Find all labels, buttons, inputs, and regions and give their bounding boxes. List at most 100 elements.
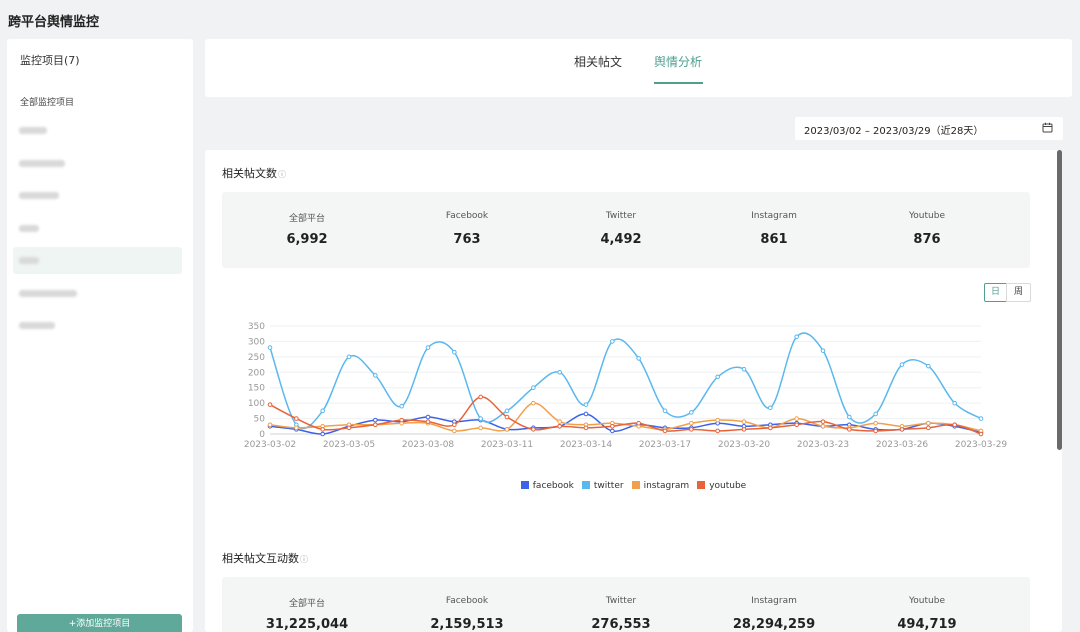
posts-line-chart: 0 50 100 150 200 250 300 350 2023-03-02 2023-03-0… [244,322,1008,450]
interaction-section-title: 相关帖文互动数ⓘ [222,552,308,565]
y-tick-label: 50 [254,415,266,425]
blurred-project-name [19,127,47,134]
data-point-twitter [583,402,589,407]
data-point-youtube [425,419,431,424]
data-point-facebook [583,411,589,417]
sidebar-item[interactable] [13,150,182,177]
data-point-youtube [820,419,826,424]
y-tick-label: 200 [248,368,265,378]
toggle-week[interactable]: 周 [1006,283,1031,302]
legend-label: youtube [709,481,747,491]
y-tick-label: 150 [248,384,265,394]
data-point-youtube [320,427,325,432]
y-tick-label: 300 [248,337,265,347]
sidebar-item[interactable] [13,182,182,209]
x-tick-label: 2023-03-20 [718,440,771,450]
data-point-twitter [794,334,799,340]
data-point-instagram [820,423,826,429]
app-title: 跨平台舆情监控 [8,15,100,30]
data-point-instagram [452,428,457,434]
blurred-project-name [19,322,55,329]
legend-item-instagram[interactable]: instagram [631,481,690,491]
x-tick-label: 2023-03-05 [323,440,375,450]
sidebar-item[interactable] [13,280,182,307]
data-point-twitter [399,403,404,409]
y-tick-label: 250 [248,353,265,363]
data-point-youtube [794,422,799,428]
data-point-twitter [952,400,957,406]
data-point-twitter [531,385,536,391]
legend-item-twitter[interactable]: twitter [581,481,624,491]
data-point-youtube [557,423,562,429]
data-point-facebook [320,431,325,437]
blurred-project-name [19,192,59,199]
tab-related-posts[interactable]: 相关帖文 [574,53,622,70]
data-point-youtube [715,428,720,434]
legend-item-facebook[interactable]: facebook [520,481,574,491]
blurred-project-name [19,257,39,264]
data-point-instagram [267,422,273,428]
legend-label: facebook [532,481,574,491]
toggle-day[interactable]: 日 [984,283,1007,302]
data-point-youtube [689,427,694,432]
blurred-project-name [19,224,39,232]
data-point-instagram [478,425,483,431]
active-tab-indicator [654,82,703,84]
data-point-twitter [662,408,668,414]
posts-stats-card: 全部平台 6,992 Facebook 763 Twitter 4,492 Insta… [222,192,1030,268]
x-tick-label: 2023-03-23 [797,440,849,450]
data-point-youtube [504,414,510,420]
data-point-youtube [294,416,299,421]
data-point-twitter [899,362,905,367]
data-point-youtube [873,428,878,434]
data-point-youtube [978,431,984,437]
data-point-youtube [346,425,352,431]
data-point-youtube [899,427,905,432]
info-icon[interactable]: ⓘ [278,170,286,179]
data-point-youtube [373,422,378,428]
y-tick-label: 350 [248,322,265,332]
data-point-twitter [267,345,273,350]
legend-item-youtube[interactable]: youtube [697,481,746,491]
x-tick-label: 2023-03-17 [639,440,691,450]
data-point-twitter [346,354,352,360]
data-point-twitter [610,339,615,344]
x-tick-label: 2023-03-26 [876,440,929,450]
data-point-youtube [531,427,536,432]
x-tick-label: 2023-03-14 [560,440,613,450]
data-point-twitter [768,405,773,411]
data-point-youtube [267,402,273,407]
data-point-twitter [425,345,431,350]
blurred-project-name [19,159,65,167]
tab-sentiment-analysis[interactable]: 舆情分析 [654,53,702,70]
data-point-twitter [452,349,457,355]
data-point-youtube [452,422,457,428]
sidebar-item[interactable] [13,215,182,242]
legend-label: instagram [643,481,690,491]
date-range-picker[interactable]: 2023/03/02 – 2023/03/29（近28天） [795,117,1063,140]
sidebar-item[interactable] [13,312,182,339]
data-point-instagram [531,400,536,406]
all-monitor-projects[interactable]: 全部监控项目 [20,95,74,108]
sidebar-item[interactable] [13,247,182,274]
monitor-project-count: 监控项目(7) [20,54,80,67]
x-tick-label: 2023-03-11 [481,440,533,450]
data-point-twitter [373,373,378,378]
data-point-twitter [504,408,510,414]
info-icon[interactable]: ⓘ [300,555,308,564]
y-tick-label: 0 [259,430,265,440]
legend-swatch [520,481,529,489]
data-point-instagram [557,419,562,424]
data-point-youtube [768,425,773,431]
x-tick-label: 2023-03-08 [402,440,455,450]
tab-bar: 相关帖文 舆情分析 [205,39,1072,97]
data-point-youtube [847,427,852,432]
date-range-text: 2023/03/02 – 2023/03/29（近28天） [804,126,984,137]
data-point-twitter [636,356,641,361]
sidebar-item[interactable] [13,117,182,144]
data-point-twitter [557,369,562,375]
add-monitor-project-button[interactable]: +添加监控项目 [17,614,182,632]
panel-scrollbar[interactable] [1057,150,1062,450]
data-point-twitter [689,410,694,415]
calendar-icon[interactable] [1042,122,1053,136]
